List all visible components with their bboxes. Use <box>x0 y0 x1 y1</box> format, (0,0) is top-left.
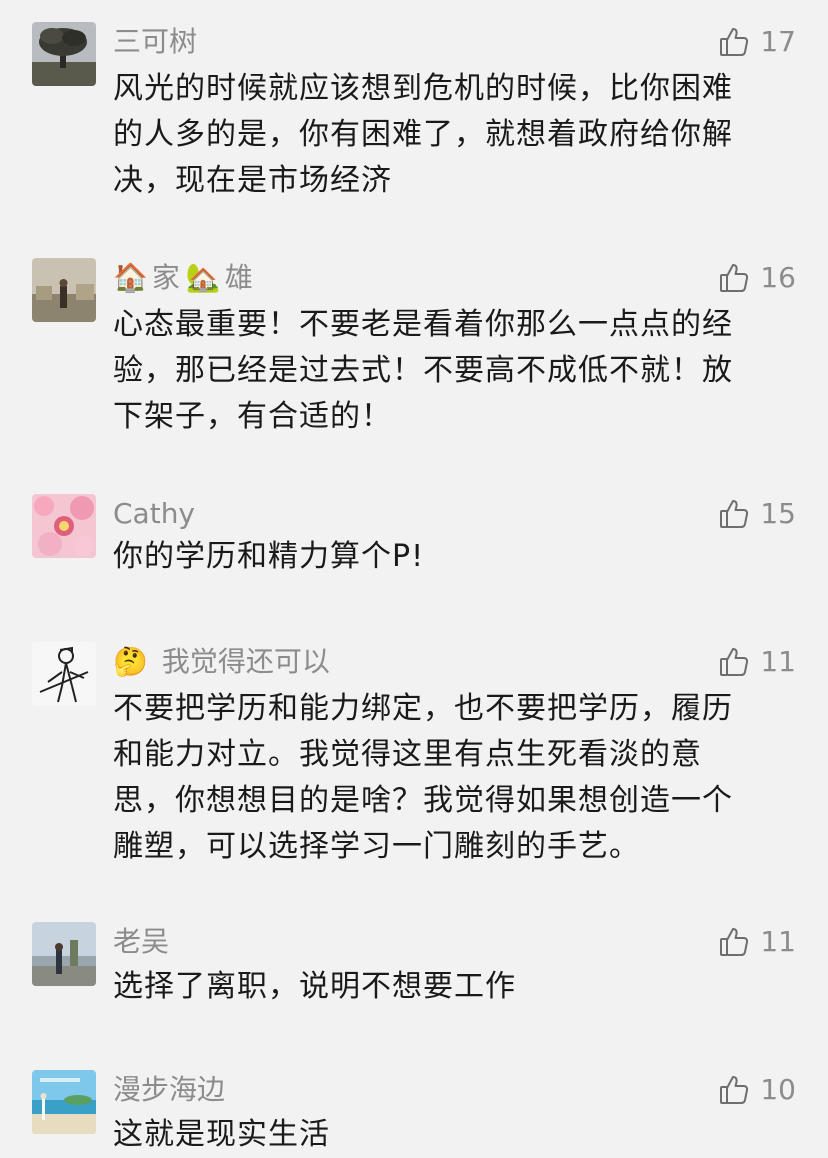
avatar[interactable] <box>32 642 96 706</box>
nickname-text: 雄 <box>224 261 253 294</box>
thumbs-up-icon <box>720 648 749 676</box>
like-count: 10 <box>760 1073 796 1106</box>
comment-line: 心态最重要！不要老是看着你那么一点点的经 <box>113 307 733 342</box>
nickname-text: 漫步海边 <box>113 1073 226 1106</box>
thumbs-up-icon <box>720 1076 749 1104</box>
avatar[interactable] <box>32 922 96 986</box>
avatar[interactable] <box>32 494 96 558</box>
comment-line: 决，现在是市场经济 <box>113 163 392 198</box>
thumbs-up-icon <box>720 28 749 56</box>
comment-line: 验，那已经是过去式！不要高不成低不就！放 <box>113 353 733 388</box>
nickname-text: 老吴 <box>113 925 170 958</box>
nickname[interactable]: Cathy <box>113 496 195 532</box>
comment-line: 下架子，有合适的！ <box>113 399 392 434</box>
house-icon: 🏠 <box>113 261 148 294</box>
like-button[interactable]: 11 <box>718 644 796 680</box>
comment-text: 不要把学历和能力绑定，也不要把学历，履历 和能力对立。我觉得这里有点生死看淡的意… <box>113 686 803 870</box>
comment-line: 思，你想想目的是啥？我觉得如果想创造一个 <box>113 783 733 818</box>
avatar[interactable] <box>32 1070 96 1134</box>
avatar[interactable] <box>32 258 96 322</box>
like-button[interactable]: 11 <box>718 924 796 960</box>
nickname-text: 三可树 <box>113 25 198 58</box>
comment-line: 这就是现实生活 <box>113 1117 330 1152</box>
like-button[interactable]: 10 <box>718 1072 796 1108</box>
comment-line: 选择了离职，说明不想要工作 <box>113 969 516 1004</box>
avatar[interactable] <box>32 22 96 86</box>
nickname[interactable]: 🏠 家 🏡 雄 <box>113 260 253 296</box>
thumbs-up-icon <box>720 928 749 956</box>
house-garden-icon: 🏡 <box>185 261 221 294</box>
comment-text: 心态最重要！不要老是看着你那么一点点的经 验，那已经是过去式！不要高不成低不就！… <box>113 302 803 440</box>
like-count: 11 <box>760 645 796 678</box>
nickname-text: Cathy <box>113 497 196 530</box>
thumbs-up-icon <box>720 500 749 528</box>
like-count: 15 <box>760 497 796 530</box>
thumbs-up-icon <box>720 264 749 292</box>
like-button[interactable]: 17 <box>718 24 796 60</box>
comment-text: 风光的时候就应该想到危机的时候，比你困难 的人多的是，你有困难了，就想着政府给你… <box>113 66 803 204</box>
comment-text: 这就是现实生活 <box>113 1112 803 1158</box>
nickname-text: 我觉得还可以 <box>161 645 330 678</box>
comment-line: 雕塑，可以选择学习一门雕刻的手艺。 <box>113 829 640 864</box>
comment-line: 你的学历和精力算个P! <box>113 539 425 574</box>
comment-text: 选择了离职，说明不想要工作 <box>113 964 803 1010</box>
nickname[interactable]: 三可树 <box>113 24 197 60</box>
thinking-face-icon: 🤔 <box>113 645 148 678</box>
nickname[interactable]: 老吴 <box>113 924 169 960</box>
like-button[interactable]: 16 <box>718 260 796 296</box>
like-count: 16 <box>760 261 796 294</box>
comment-line: 和能力对立。我觉得这里有点生死看淡的意 <box>113 737 702 772</box>
like-count: 11 <box>760 925 796 958</box>
comment-text: 你的学历和精力算个P! <box>113 534 803 580</box>
like-count: 17 <box>760 25 796 58</box>
comment-line: 不要把学历和能力绑定，也不要把学历，履历 <box>113 691 733 726</box>
nickname-text: 家 <box>151 261 180 294</box>
comment-line: 风光的时候就应该想到危机的时候，比你困难 <box>113 71 733 106</box>
nickname[interactable]: 漫步海边 <box>113 1072 225 1108</box>
like-button[interactable]: 15 <box>718 496 796 532</box>
nickname[interactable]: 🤔 我觉得还可以 <box>113 644 330 680</box>
comment-line: 的人多的是，你有困难了，就想着政府给你解 <box>113 117 733 152</box>
